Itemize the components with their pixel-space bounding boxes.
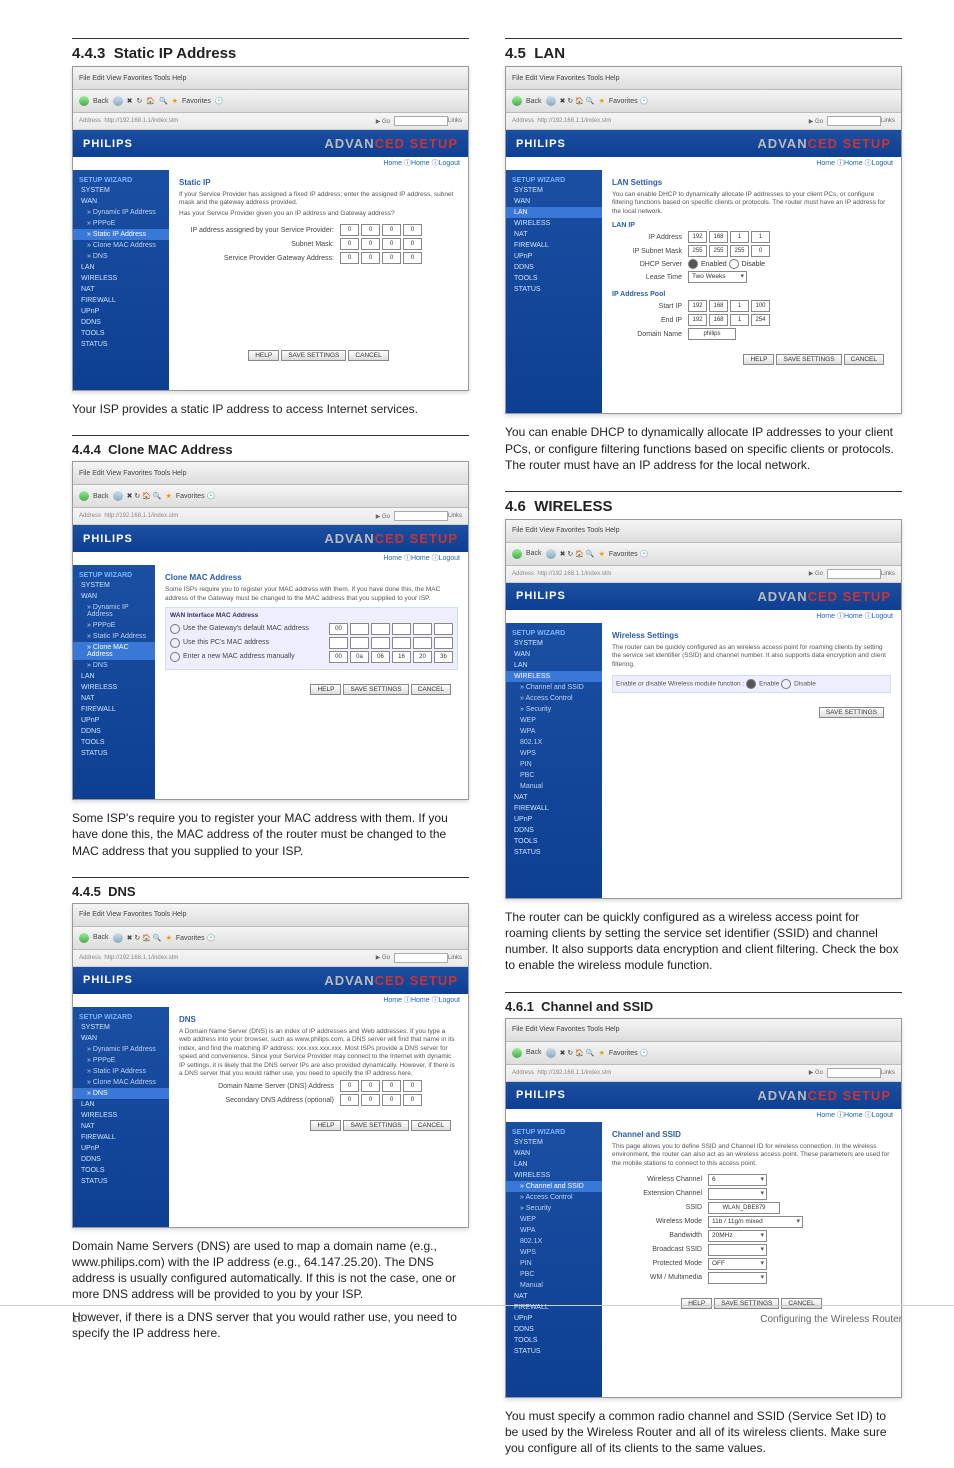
subnet-mask-field[interactable]: 0000 [340, 238, 422, 250]
lan-subnet-field[interactable]: 2552552550 [688, 245, 770, 257]
page-footer: 10 Configuring the Wireless Router [0, 1305, 954, 1325]
body-text-wireless: The router can be quickly configured as … [505, 909, 902, 974]
section-heading-clone-mac: 4.4.4 Clone MAC Address [72, 435, 469, 457]
ssid-field[interactable]: WLAN_DBE879 [708, 1202, 780, 1214]
manual-mac-field[interactable]: 000a0616203b [329, 651, 453, 663]
ie-toolbar: Back✖↻🏠🔍★Favorites🕑 [73, 90, 468, 113]
body-text-static: Your ISP provides a static IP address to… [72, 401, 469, 417]
help-button[interactable]: HELP [248, 350, 279, 361]
dns-primary-field[interactable]: 0000 [340, 1080, 422, 1092]
section-heading-ssid: 4.6.1 Channel and SSID [505, 992, 902, 1014]
save-button[interactable]: SAVE SETTINGS [281, 350, 346, 361]
radio-pc-mac[interactable] [170, 638, 180, 648]
router-menu: SETUP WIZARD SYSTEM WAN » Dynamic IP Add… [73, 170, 169, 390]
domain-field[interactable]: philips [688, 328, 736, 340]
body-text-lan: You can enable DHCP to dynamically alloc… [505, 424, 902, 473]
mode-select[interactable]: 11b / 11g/n mixed [708, 1216, 803, 1228]
router-content-static: Static IP If your Service Provider has a… [169, 170, 468, 390]
lease-time-select[interactable]: Two Weeks [688, 271, 747, 283]
fwd-icon [113, 96, 123, 106]
wl-disable[interactable] [781, 679, 791, 689]
radio-manual-mac[interactable] [170, 652, 180, 662]
router-sublinks: Home ⓘHome ⓘLogout [73, 157, 468, 170]
static-ip-field[interactable]: 0000 [340, 224, 422, 236]
router-header: PHILIPSADVANCED SETUP [73, 130, 468, 157]
menu-dns[interactable]: » DNS [73, 1088, 169, 1099]
channel-select[interactable]: 6 [708, 1174, 767, 1186]
left-column: 4.4.3 Static IP Address File Edit View F… [72, 38, 469, 1468]
dns-secondary-field[interactable]: 0000 [340, 1094, 422, 1106]
right-column: 4.5 LAN File Edit View Favorites Tools H… [505, 38, 902, 1468]
section-heading-wireless: 4.6 WIRELESS [505, 491, 902, 515]
brand-logo: PHILIPS [83, 138, 133, 150]
search-icon: 🔍 [159, 97, 168, 105]
page-number: 10 [72, 1314, 83, 1325]
end-ip-field[interactable]: 1921681254 [688, 314, 770, 326]
body-text-ssid: You must specify a common radio channel … [505, 1408, 902, 1457]
back-icon [79, 96, 89, 106]
start-ip-field[interactable]: 1921681100 [688, 300, 770, 312]
menu-channel-ssid[interactable]: » Channel and SSID [506, 1181, 602, 1192]
bw-select[interactable]: 20MHz [708, 1230, 767, 1242]
wl-enable[interactable] [746, 679, 756, 689]
section-heading-static-ip: 4.4.3 Static IP Address [72, 38, 469, 62]
screenshot-dns: File Edit View Favorites Tools Help Back… [72, 903, 469, 1228]
cancel-button[interactable]: CANCEL [348, 350, 388, 361]
menu-wireless[interactable]: WIRELESS [506, 671, 602, 682]
page: 4.4.3 Static IP Address File Edit View F… [0, 0, 954, 1351]
broadcast-select[interactable] [708, 1244, 767, 1256]
media-icon: Favorites [182, 98, 211, 105]
body-text-clone: Some ISP's require you to register your … [72, 810, 469, 859]
screenshot-static-ip: File Edit View Favorites Tools Help Back… [72, 66, 469, 391]
screenshot-clone-mac: File Edit View Favorites Tools Help Back… [72, 461, 469, 800]
ie-address-bar: Address http://192.168.1.1/index.stm▶ Go… [73, 113, 468, 130]
lan-ip-field[interactable]: 19216811 [688, 231, 770, 243]
radio-default-mac[interactable] [170, 624, 180, 634]
stop-icon: ✖ [127, 97, 133, 105]
section-heading-dns: 4.4.5 DNS [72, 877, 469, 899]
home-icon: 🏠 [146, 97, 155, 105]
wm-select[interactable] [708, 1272, 767, 1284]
history-icon: 🕑 [215, 97, 224, 105]
section-heading-lan: 4.5 LAN [505, 38, 902, 62]
ie-go-input[interactable] [394, 116, 448, 126]
dhcp-disabled[interactable] [729, 259, 739, 269]
screenshot-lan: File Edit View Favorites Tools Help Back… [505, 66, 902, 414]
menu-lan[interactable]: LAN [506, 207, 602, 218]
footer-title: Configuring the Wireless Router [83, 1314, 902, 1325]
gateway-field[interactable]: 0000 [340, 252, 422, 264]
ie-menubar: File Edit View Favorites Tools Help [73, 67, 468, 90]
content-heading: Static IP [179, 178, 458, 187]
screenshot-wireless: File Edit View Favorites Tools Help Back… [505, 519, 902, 899]
advanced-setup-label: ADVANCED SETUP [133, 136, 458, 151]
screenshot-ssid: File Edit View Favorites Tools Help Back… [505, 1018, 902, 1398]
refresh-icon: ↻ [136, 97, 142, 105]
body-text-dns1: Domain Name Servers (DNS) are used to ma… [72, 1238, 469, 1303]
protected-mode-select[interactable]: OFF [708, 1258, 767, 1270]
menu-clone-mac[interactable]: » Clone MAC Address [73, 642, 155, 660]
menu-static-ip[interactable]: » Static IP Address [73, 229, 169, 240]
ext-channel-select[interactable] [708, 1188, 767, 1200]
dhcp-enabled[interactable] [688, 259, 698, 269]
fav-icon: ★ [172, 97, 178, 105]
